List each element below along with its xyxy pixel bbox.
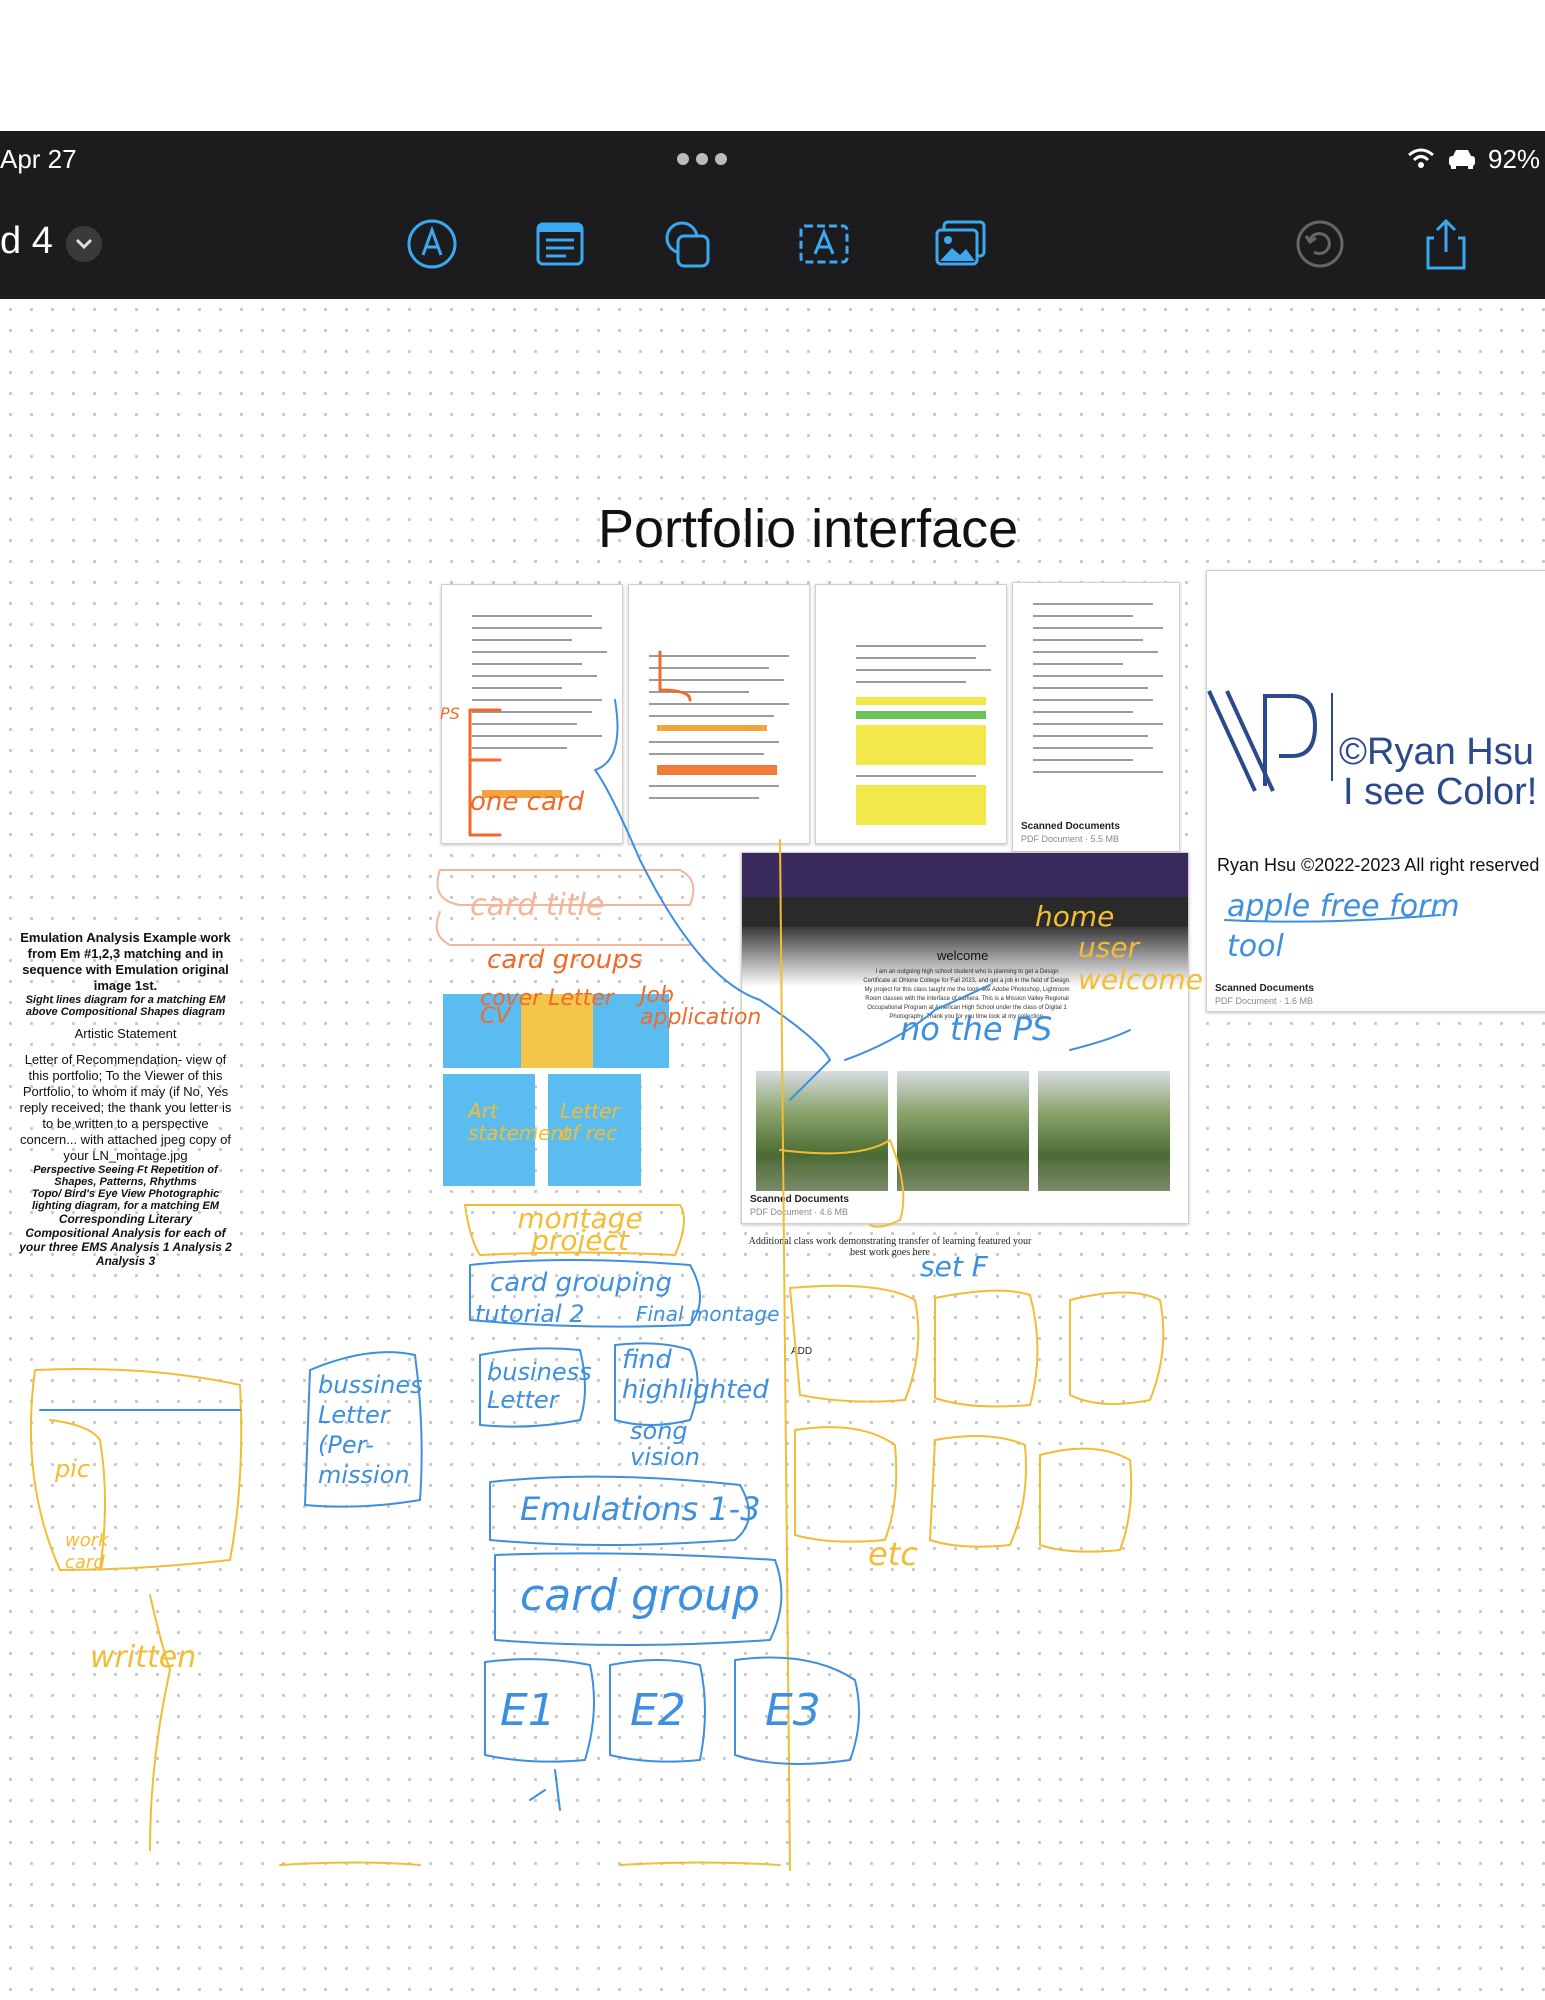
- handwriting-job-application: Job application: [640, 983, 762, 1030]
- handwriting-cover-letter-cv: cover Letter CV: [480, 986, 614, 1029]
- handwriting-card-grouping: card grouping: [490, 1268, 672, 1298]
- handwriting-emulations: Emulations 1-3: [520, 1490, 761, 1528]
- handwriting-business-letter-permission: bussines Letter (Per-mission: [318, 1371, 423, 1489]
- handwriting-etc: etc: [868, 1535, 918, 1573]
- handwriting-home: home: [1035, 900, 1115, 933]
- handwriting-set-f: set F: [920, 1250, 988, 1283]
- handwriting-letter-of-rec: Letter of rec: [560, 1099, 620, 1145]
- handwriting-e1: E1: [500, 1685, 556, 1736]
- handwriting-card-title: card title: [470, 888, 605, 923]
- handwriting-card-group: card group: [520, 1570, 760, 1621]
- handwriting-song-vision: song vision: [630, 1417, 700, 1471]
- handwriting-montage-project: montage project: [517, 1202, 643, 1257]
- handwriting-one-card: one card: [470, 787, 585, 817]
- handwriting-user-welcome: user welcome: [1078, 931, 1203, 996]
- handwriting-business-letter: business Letter: [487, 1358, 592, 1414]
- handwriting-final-montage: Final montage: [636, 1302, 780, 1326]
- handwriting-written: written: [90, 1640, 197, 1675]
- handwriting-find-highlighted: find highlighted: [622, 1345, 769, 1405]
- handwriting-card-groups: card groups: [487, 945, 643, 975]
- handwriting-ps: PS: [440, 704, 460, 723]
- handwriting-pic: pic: [55, 1455, 91, 1483]
- handwriting-e2: E2: [630, 1685, 686, 1736]
- handwriting-art-statement: Art statement: [468, 1099, 571, 1145]
- handwriting-tutorial-2: tutorial 2: [475, 1300, 585, 1328]
- handwriting-e3: E3: [765, 1685, 821, 1736]
- handwriting-no-ps: no the PS: [900, 1010, 1053, 1048]
- handwriting-work-card: work card: [65, 1530, 109, 1573]
